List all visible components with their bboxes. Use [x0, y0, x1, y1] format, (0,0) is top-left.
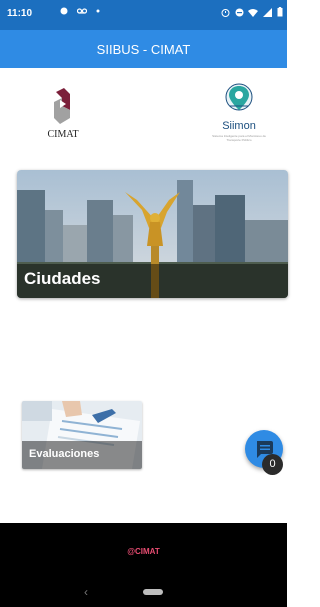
- voicemail-icon: [76, 8, 87, 14]
- app-bar: SIIBUS - CIMAT: [0, 30, 287, 68]
- siimon-logo-subtitle: Sistema Inteligente para el Monitoreo de…: [212, 134, 266, 142]
- chat-badge: 0: [262, 454, 283, 475]
- cimat-logo-mark: [54, 88, 70, 124]
- nav-home-icon[interactable]: [143, 589, 163, 595]
- evaluaciones-card[interactable]: Evaluaciones: [22, 401, 142, 469]
- status-time: 11:10: [7, 8, 33, 19]
- status-bar: 11:10: [0, 0, 287, 30]
- ciudades-label: Ciudades: [24, 269, 101, 288]
- nav-back-icon[interactable]: ‹: [84, 585, 88, 599]
- cimat-logo: CIMAT: [30, 82, 96, 146]
- status-right-icons: [221, 7, 283, 20]
- ciudades-card[interactable]: Ciudades: [17, 170, 288, 298]
- siimon-logo: Siimon Sistema Inteligente para el Monit…: [208, 80, 270, 146]
- siimon-logo-mark: [225, 83, 253, 111]
- alarm-icon: [221, 9, 230, 17]
- footer-copyright: @CIMAT: [127, 547, 160, 556]
- notification-icon: [60, 7, 68, 15]
- siimon-logo-label: Siimon: [222, 120, 256, 132]
- dot-icon: [96, 9, 100, 13]
- do-not-disturb-icon: [235, 8, 244, 17]
- wifi-icon: [248, 9, 259, 17]
- evaluaciones-caption: Evaluaciones: [22, 441, 142, 469]
- ciudades-caption: Ciudades: [17, 264, 288, 298]
- status-left-icons: [60, 7, 100, 18]
- footer: @CIMAT ‹: [0, 523, 287, 607]
- battery-icon: [277, 7, 283, 17]
- evaluaciones-label: Evaluaciones: [29, 448, 100, 460]
- app-title: SIIBUS - CIMAT: [96, 41, 191, 57]
- signal-icon: [263, 8, 273, 17]
- cimat-logo-label: CIMAT: [47, 129, 79, 140]
